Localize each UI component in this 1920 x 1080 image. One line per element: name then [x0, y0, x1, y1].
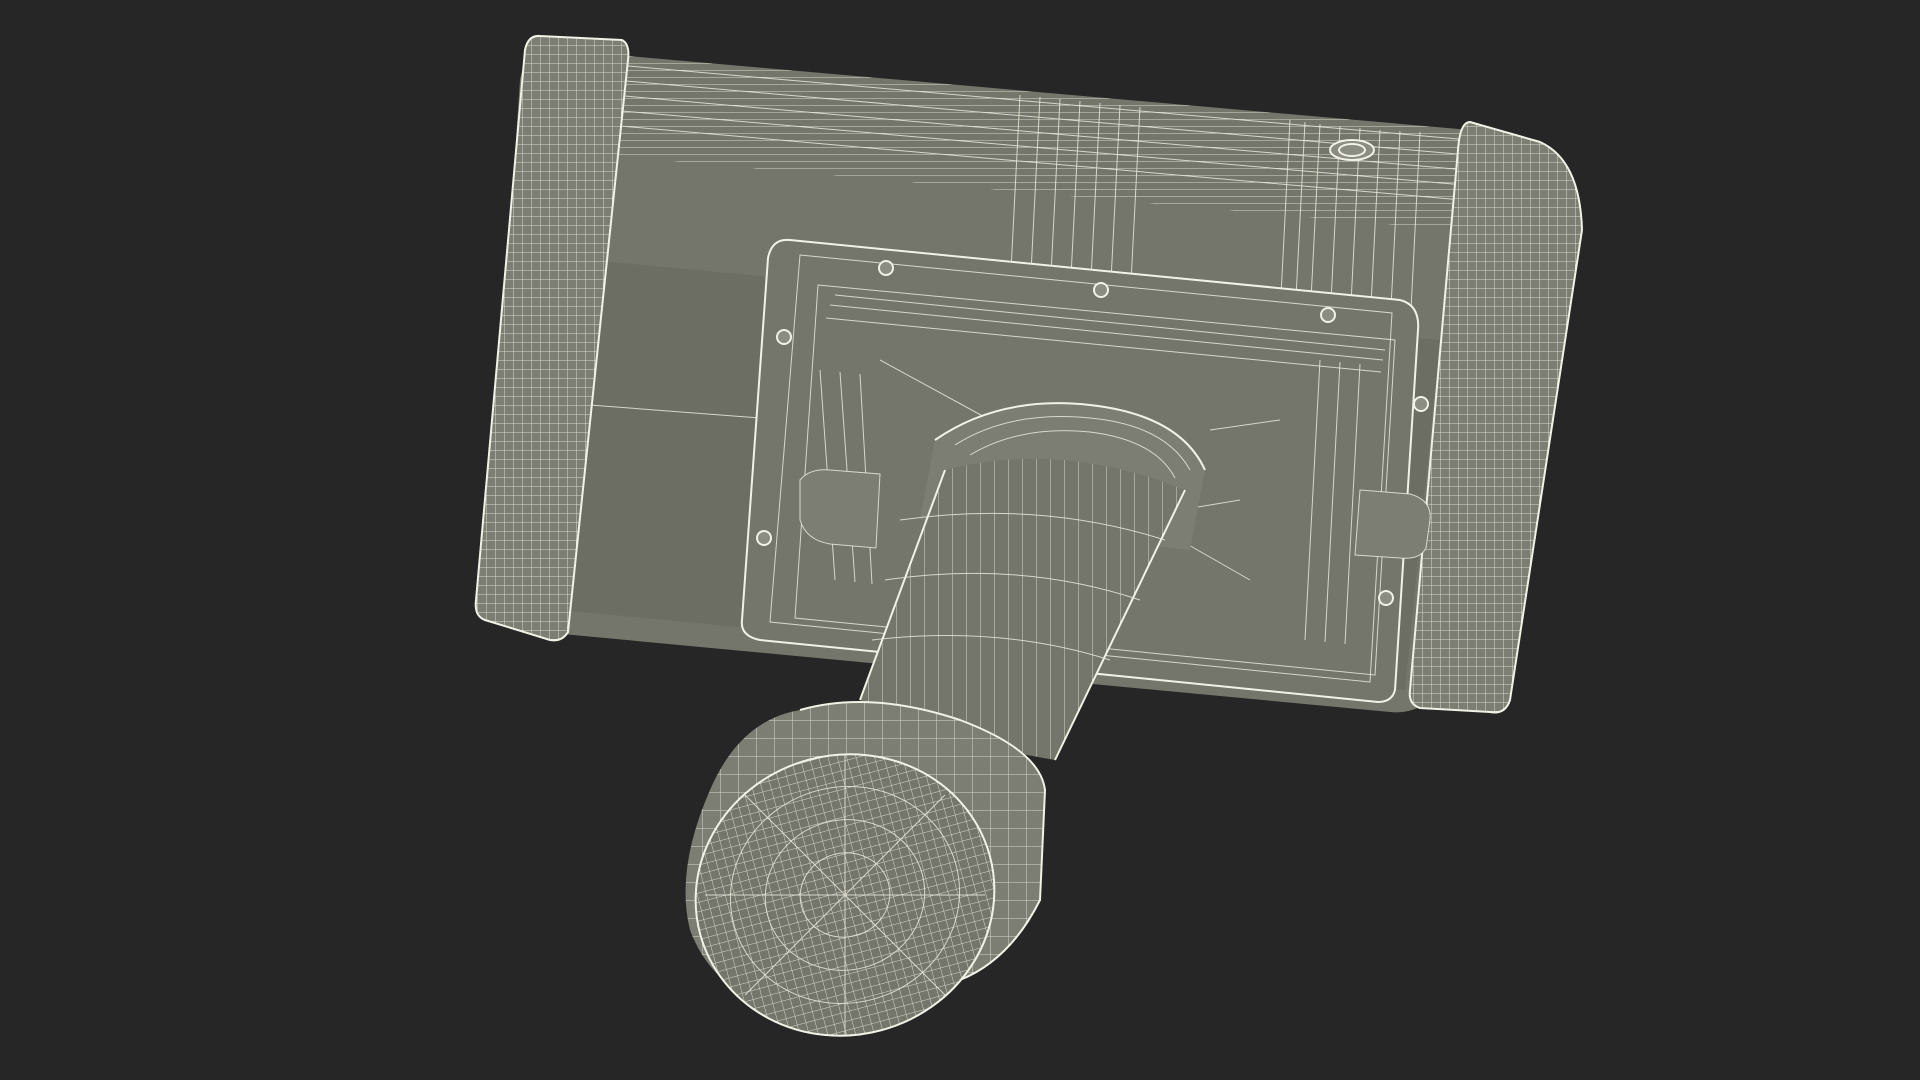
wireframe-viewport	[474, 34, 1584, 1037]
screw	[1378, 590, 1394, 606]
screw	[1320, 307, 1336, 323]
screw	[776, 329, 792, 345]
screw	[1093, 282, 1109, 298]
screw	[1413, 396, 1429, 412]
knurled-grip-knob	[685, 701, 1047, 1037]
top-port	[1329, 139, 1375, 161]
screw	[756, 530, 772, 546]
screw	[878, 260, 894, 276]
